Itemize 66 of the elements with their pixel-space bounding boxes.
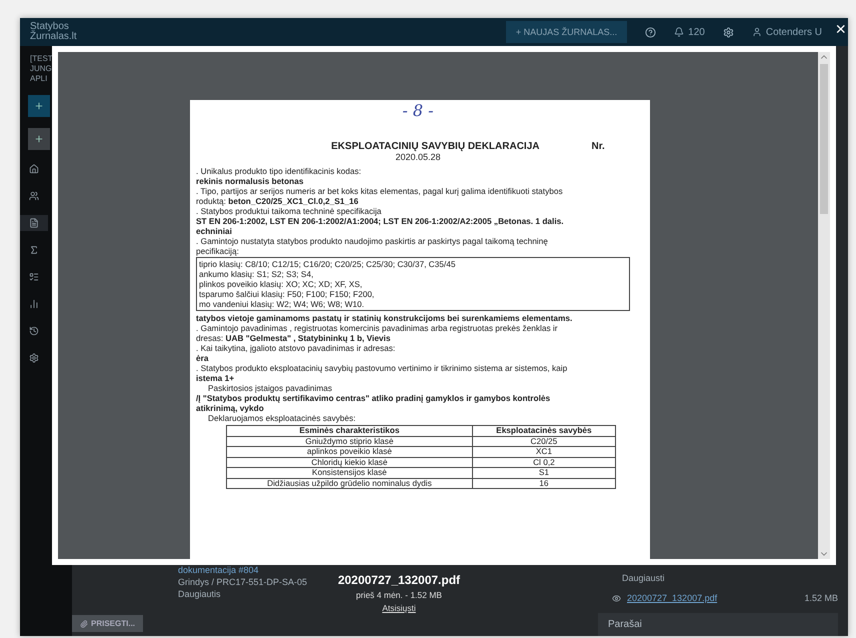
settings-icon[interactable] bbox=[722, 26, 734, 38]
table-cell: Gniuždymo stiprio klasė bbox=[226, 436, 472, 446]
document-text: . Gamintojo pavadinimas , registruotas komercinis pavadinimas arba registruotas prekės ženklas ir bbox=[196, 323, 559, 333]
user-icon bbox=[752, 27, 762, 37]
logo[interactable]: Statybos Žurnalas.lt bbox=[30, 22, 77, 42]
table-cell: Chloridų kiekio klasė bbox=[226, 457, 472, 468]
table-cell: S1 bbox=[472, 468, 616, 478]
document-text: atikrinimą, vykdo bbox=[196, 403, 265, 413]
file-link[interactable]: 20200727_132007.pdf bbox=[627, 593, 718, 603]
document-text: Deklaruojamos eksploatacinės savybės: bbox=[207, 413, 357, 423]
notification-count: 120 bbox=[688, 26, 705, 38]
document-text: . Gamintojo nustatyta statybos produkto naudojimo paskirtis ar paskirtys pagal taikomą techninę bbox=[196, 236, 549, 246]
table-cell: Didžiausias užpildo grūdelio nominalus dydis bbox=[226, 478, 472, 488]
document-text: . Kai taikytina, įgalioto atstovo pavadinimas ir adresas: bbox=[196, 343, 396, 353]
table-cell: Cl 0,2 bbox=[472, 457, 616, 468]
new-journal-button[interactable]: + NAUJAS ŽURNALAS... bbox=[506, 21, 628, 43]
entry-link[interactable]: dokumentacija #804 bbox=[178, 565, 259, 575]
table-cell: 16 bbox=[472, 478, 616, 488]
document-text: rekinis normalusis betonas bbox=[196, 176, 304, 186]
download-link[interactable]: Atsisiųsti bbox=[382, 603, 416, 613]
document-text: ėra bbox=[196, 353, 210, 363]
table-cell: aplinkos poveikio klasė bbox=[226, 446, 472, 457]
entry-status: Daugiautis bbox=[178, 589, 221, 599]
entry-path: Grindys / PRC17-551-DP-SA-05 bbox=[178, 577, 308, 587]
signatures-title: Parašai bbox=[598, 613, 838, 636]
handwritten-number: - 8 - bbox=[402, 106, 434, 116]
help-icon[interactable] bbox=[645, 26, 656, 38]
document-text: . Unikalus produkto tipo identifikacinis kodas: bbox=[196, 166, 362, 176]
document-text: pecifikaciją: bbox=[196, 246, 240, 256]
table-header: Esminės charakteristikos bbox=[226, 426, 472, 436]
file-meta: prieš 4 mėn. - 1.52 MB bbox=[356, 590, 442, 600]
document-date: 2020.05.28 bbox=[395, 152, 441, 162]
document-text: dresas: UAB "Gelmesta" , Statybininkų 1 b, Vievis bbox=[196, 333, 392, 343]
document-text: Paskirtosios įstaigos pavadinimas bbox=[207, 383, 334, 393]
document-icon[interactable] bbox=[20, 215, 48, 231]
document-text: tatybos vietoje gaminamoms pastatų ir statinių konstrukcijoms bei surenkamiems elementams. bbox=[196, 313, 574, 323]
status-text: Daugiausti bbox=[621, 573, 666, 583]
bell-icon[interactable] bbox=[674, 27, 684, 37]
add-button[interactable] bbox=[28, 128, 50, 150]
document-text: echniniai bbox=[196, 226, 233, 236]
document-text: . Statybos produktui taikoma techninė specifikacija bbox=[196, 206, 382, 216]
document-title: EKSPLOATACINIŲ SAVYBIŲ DEKLARACIJA bbox=[331, 142, 540, 152]
file-name: 20200727_132007.pdf bbox=[338, 573, 460, 587]
table-cell: C20/25 bbox=[472, 436, 616, 446]
number-label: Nr. bbox=[592, 142, 605, 152]
document-text: . Tipo, partijos ar serijos numeris ar bet koks kitas elementas, pagal kurį galima identifikuoti statybos bbox=[196, 186, 564, 196]
file-size: 1.52 MB bbox=[804, 593, 838, 603]
eye-icon[interactable] bbox=[612, 594, 621, 602]
table-cell: Konsistensijos klasė bbox=[226, 468, 472, 478]
classes-box: tiprio klasių: C8/10; C12/15; C16/20; C20/25; C25/30; C30/37, C35/45 ankumo klasių: S1; S2; S3; S4, plinkos poveikio klasių: XO; XC; XD; XF, XS, tsparumo šalčiui klasių: F50; F100; F150; F200, mo vandeniui klasių: W2; W4; W6; W8; W10. bbox=[196, 257, 630, 311]
plus-icon bbox=[34, 134, 44, 144]
document-text: ST EN 206-1:2002, LST EN 206-1:2002/A1:2004; LST EN 206-1:2002/A2:2005 „Betonas. 1 dalis. bbox=[196, 216, 565, 226]
paperclip-icon bbox=[80, 620, 88, 628]
add-button[interactable] bbox=[28, 95, 50, 117]
close-button[interactable]: × bbox=[833, 20, 848, 38]
table-header: Eksploatacinės savybės bbox=[472, 426, 616, 436]
scrollbar[interactable] bbox=[818, 52, 830, 559]
attach-button[interactable]: PRISEGTI... bbox=[72, 615, 144, 632]
document-text: istema 1+ bbox=[196, 373, 236, 383]
document-text: roduktą: beton_C20/25_XC1_Cl.0,2_S1_16 bbox=[196, 196, 360, 206]
document-text: . Statybos produkto eksploatacinių savybių pastovumo vertinimo ir tikrinimo sistema ar sistemos, kaip bbox=[196, 363, 568, 373]
user-name[interactable]: Cotenders U bbox=[766, 26, 822, 38]
table-cell: XC1 bbox=[472, 446, 616, 457]
scrollbar-thumb[interactable] bbox=[820, 64, 828, 214]
plus-icon bbox=[34, 101, 44, 111]
document-text: /Į "Statybos produktų sertifikavimo centras" atliko pradinį gamyklos ir gamybos kontrolės bbox=[196, 393, 552, 403]
